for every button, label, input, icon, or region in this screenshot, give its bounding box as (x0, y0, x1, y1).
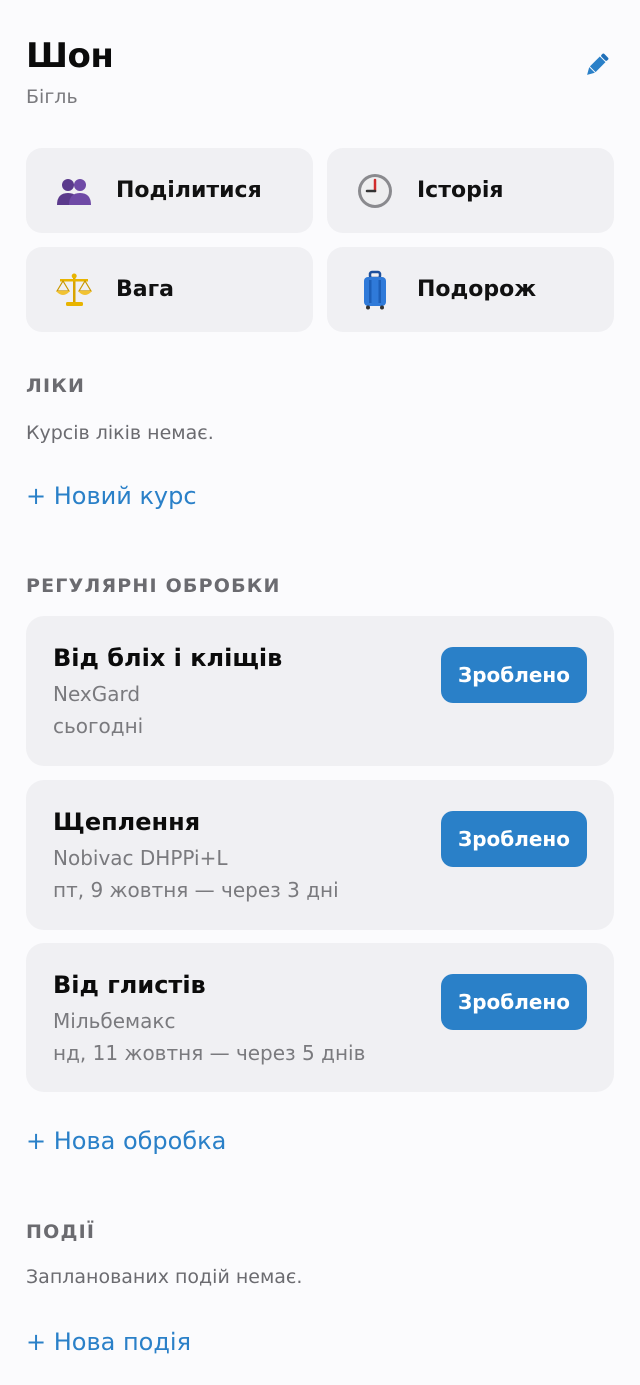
weight-label: Вага (116, 277, 174, 302)
pet-name: Шон (26, 36, 114, 76)
clock-icon (355, 171, 395, 211)
edit-pet-button[interactable] (582, 50, 612, 80)
travel-label: Подорож (417, 277, 537, 302)
travel-button[interactable]: Подорож (327, 247, 614, 332)
treatment-due-date: сьогодні (53, 714, 144, 738)
add-medicine-course-link[interactable]: + Новий курс (26, 482, 197, 510)
history-label: Історія (417, 178, 504, 203)
luggage-icon (355, 270, 395, 310)
share-button[interactable]: Поділитися (26, 148, 313, 233)
mark-done-button[interactable]: Зроблено (441, 974, 587, 1030)
treatment-title: Щеплення (53, 808, 201, 836)
treatment-product: NexGard (53, 682, 141, 706)
treatment-due-date: нд, 11 жовтня — через 5 днів (53, 1041, 366, 1065)
add-treatment-link[interactable]: + Нова обробка (26, 1127, 226, 1155)
treatments-section-title: РЕГУЛЯРНІ ОБРОБКИ (26, 575, 281, 597)
mark-done-button[interactable]: Зроблено (441, 647, 587, 703)
people-icon (54, 171, 94, 211)
events-empty-text: Запланованих подій немає. (26, 1266, 303, 1288)
treatment-title: Від глистів (53, 971, 206, 999)
treatment-product: Nobivac DHPPi+L (53, 846, 228, 870)
mark-done-button[interactable]: Зроблено (441, 811, 587, 867)
quick-actions: Поділитися Історія Вага Подорож (26, 148, 614, 332)
scales-icon (54, 270, 94, 310)
pet-breed: Бігль (26, 86, 78, 108)
treatment-title: Від бліх і кліщів (53, 644, 283, 672)
treatment-product: Мільбемакс (53, 1009, 176, 1033)
history-button[interactable]: Історія (327, 148, 614, 233)
medicines-section-title: ЛІКИ (26, 375, 86, 397)
treatment-card: Від глистів Мільбемакс нд, 11 жовтня — ч… (26, 943, 614, 1092)
treatment-due-date: пт, 9 жовтня — через 3 дні (53, 878, 339, 902)
treatment-card: Щеплення Nobivac DHPPi+L пт, 9 жовтня — … (26, 780, 614, 930)
treatment-card: Від бліх і кліщів NexGard сьогодні Зробл… (26, 616, 614, 766)
add-event-link[interactable]: + Нова подія (26, 1328, 191, 1356)
events-section-title: ПОДІЇ (26, 1221, 96, 1243)
medicines-empty-text: Курсів ліків немає. (26, 422, 214, 444)
pet-header: Шон Бігль (26, 36, 614, 116)
share-label: Поділитися (116, 178, 262, 203)
weight-button[interactable]: Вага (26, 247, 313, 332)
pencil-icon (587, 53, 609, 75)
